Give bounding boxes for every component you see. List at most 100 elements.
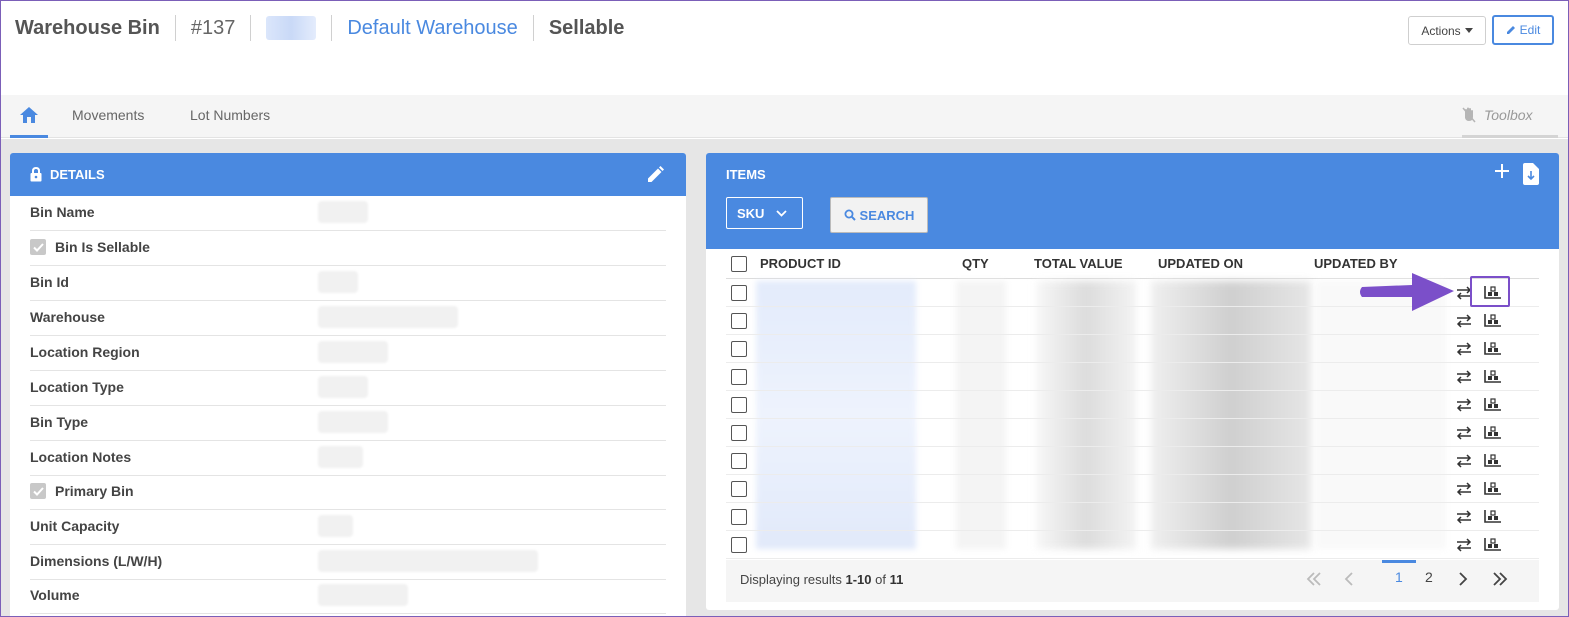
search-button[interactable]: SEARCH (830, 197, 928, 233)
pencil-icon[interactable] (647, 166, 664, 183)
detail-value-blurred (318, 446, 363, 468)
page-title: Warehouse Bin (15, 16, 160, 39)
row-actions (1456, 370, 1502, 384)
details-title: DETAILS (50, 167, 105, 182)
bin-stock-icon[interactable] (1484, 538, 1502, 552)
bin-stock-icon[interactable] (1484, 426, 1502, 440)
row-checkbox[interactable] (731, 285, 747, 301)
column-header-total-value[interactable]: TOTAL VALUE (1034, 256, 1123, 271)
actions-button[interactable]: Actions (1408, 16, 1486, 45)
table-row (726, 363, 1539, 391)
items-title: ITEMS (726, 167, 766, 182)
row-checkbox[interactable] (731, 509, 747, 525)
row-checkbox[interactable] (731, 397, 747, 413)
details-header: DETAILS (10, 153, 686, 196)
previous-page-icon[interactable] (1344, 572, 1354, 586)
row-checkbox[interactable] (731, 341, 747, 357)
row-checkbox[interactable] (731, 537, 747, 553)
chevron-down-icon (776, 209, 788, 217)
table-row (726, 531, 1539, 559)
row-checkbox[interactable] (731, 313, 747, 329)
bin-stock-icon[interactable] (1484, 482, 1502, 496)
transfer-icon[interactable] (1456, 426, 1472, 440)
results-range: 1-10 (845, 572, 872, 587)
file-download-icon[interactable] (1523, 163, 1539, 185)
toolbox-toggle[interactable]: Toolbox (1462, 95, 1558, 138)
column-header-qty[interactable]: QTY (962, 256, 989, 271)
detail-label: Unit Capacity (30, 518, 120, 534)
table-row (726, 447, 1539, 475)
row-actions (1456, 426, 1502, 440)
page-1-button[interactable]: 1 (1395, 569, 1403, 585)
transfer-icon[interactable] (1456, 510, 1472, 524)
transfer-icon[interactable] (1456, 370, 1472, 384)
transfer-icon[interactable] (1456, 482, 1472, 496)
detail-row-volume: Volume (30, 579, 666, 614)
table-row (726, 419, 1539, 447)
transfer-icon[interactable] (1456, 342, 1472, 356)
detail-row-primary-bin: Primary Bin (30, 475, 666, 510)
toolbox-label: Toolbox (1484, 107, 1533, 123)
row-checkbox[interactable] (731, 425, 747, 441)
bin-stock-icon[interactable] (1484, 510, 1502, 524)
detail-label: Bin Id (30, 274, 69, 290)
warehouse-link[interactable]: Default Warehouse (347, 17, 517, 40)
page-2-button[interactable]: 2 (1425, 569, 1433, 585)
current-page-indicator (1382, 560, 1416, 563)
detail-row-dimensions: Dimensions (L/W/H) (30, 545, 666, 580)
title-separator (250, 15, 252, 41)
callout-arrow-icon (1360, 273, 1454, 311)
edit-button[interactable]: Edit (1492, 15, 1554, 45)
results-of: of (871, 572, 890, 587)
filter-select-value: SKU (737, 205, 765, 221)
row-actions (1456, 342, 1502, 356)
check-icon (32, 242, 44, 252)
detail-value-blurred (318, 584, 408, 606)
column-header-product-id[interactable]: PRODUCT ID (760, 256, 841, 271)
detail-row-bin-is-sellable: Bin Is Sellable (30, 231, 666, 266)
lock-icon (30, 167, 42, 182)
pagination-bar: Displaying results 1-10 of 11 1 2 (726, 560, 1539, 602)
bin-number: #137 (190, 16, 236, 39)
bin-stock-icon[interactable] (1484, 454, 1502, 468)
tab-movements[interactable]: Movements (72, 107, 144, 123)
detail-label: Location Notes (30, 449, 132, 465)
tab-lot-numbers[interactable]: Lot Numbers (190, 107, 270, 123)
title-row: Warehouse Bin #137 Default Warehouse Sel… (15, 14, 624, 42)
search-icon (844, 209, 856, 221)
last-page-icon[interactable] (1492, 572, 1508, 586)
row-checkbox[interactable] (731, 369, 747, 385)
bin-stock-icon[interactable] (1484, 314, 1502, 328)
select-all-checkbox[interactable] (731, 256, 747, 272)
detail-value-blurred (318, 550, 538, 572)
transfer-icon[interactable] (1456, 454, 1472, 468)
row-checkbox[interactable] (731, 453, 747, 469)
table-row (726, 335, 1539, 363)
bin-stock-icon[interactable] (1484, 342, 1502, 356)
next-page-icon[interactable] (1458, 572, 1468, 586)
bin-stock-icon[interactable] (1484, 370, 1502, 384)
tab-home[interactable] (10, 95, 48, 138)
detail-label: Bin Type (30, 414, 89, 430)
plus-icon[interactable] (1494, 163, 1510, 179)
transfer-icon[interactable] (1456, 398, 1472, 412)
detail-value-blurred (318, 271, 358, 293)
transfer-icon[interactable] (1456, 314, 1472, 328)
detail-label: Volume (30, 587, 80, 603)
transfer-icon[interactable] (1456, 538, 1472, 552)
filter-select[interactable]: SKU (726, 197, 803, 229)
bin-stock-icon[interactable] (1484, 398, 1502, 412)
first-page-icon[interactable] (1306, 572, 1322, 586)
column-header-updated-on[interactable]: UPDATED ON (1158, 256, 1243, 271)
detail-label: Bin Is Sellable (55, 239, 150, 255)
title-separator (532, 15, 534, 41)
row-checkbox[interactable] (731, 481, 747, 497)
row-actions (1456, 510, 1502, 524)
results-prefix: Displaying results (740, 572, 846, 587)
pencil-icon (1506, 26, 1515, 34)
edit-label: Edit (1519, 23, 1541, 37)
sellable-status: Sellable (548, 16, 625, 39)
detail-value-blurred (318, 376, 368, 398)
bin-is-sellable-checkbox (30, 239, 46, 255)
search-label: SEARCH (859, 207, 915, 223)
